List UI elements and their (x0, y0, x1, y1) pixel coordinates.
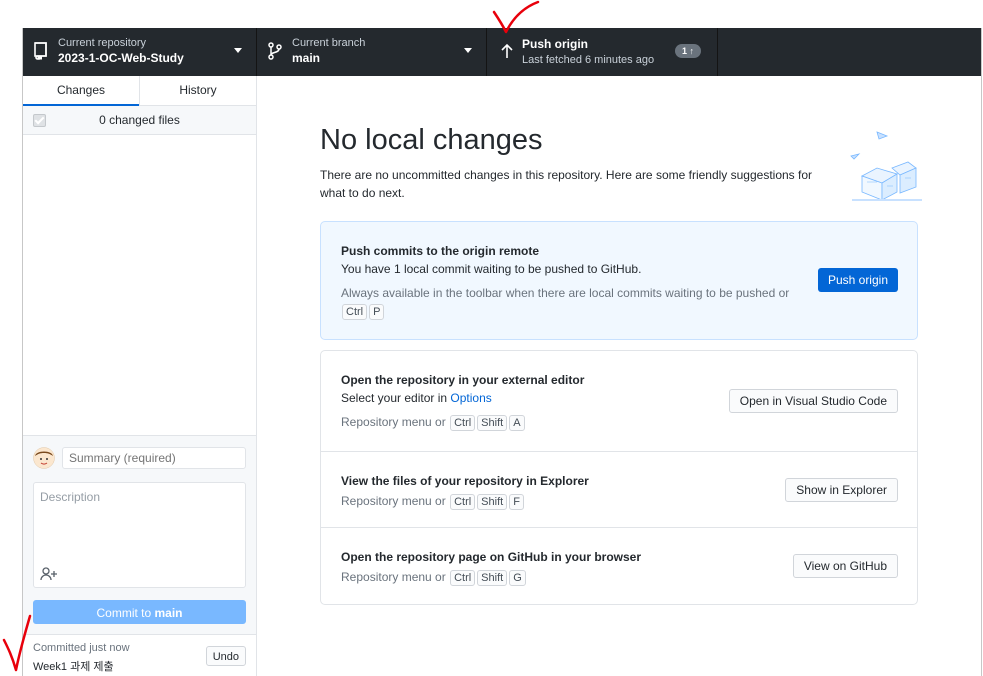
kbd-shift: Shift (477, 494, 508, 510)
view-on-github-button[interactable]: View on GitHub (792, 554, 898, 578)
add-coauthor-icon[interactable] (40, 567, 58, 581)
tab-history[interactable]: History (139, 76, 256, 105)
page-title: No local changes (320, 124, 543, 156)
open-editor-desc-prefix: Select your editor in (341, 391, 451, 405)
repo-icon (34, 42, 47, 60)
kbd-ctrl: Ctrl (450, 570, 476, 586)
show-in-explorer-button[interactable]: Show in Explorer (785, 478, 898, 502)
arrow-up-icon (501, 43, 513, 58)
open-editor-description: Select your editor in Options (341, 391, 492, 405)
push-suggestion-card: Push commits to the origin remote You ha… (320, 221, 918, 340)
push-card-hint: Always available in the toolbar when the… (341, 284, 811, 320)
kbd-f: F (509, 494, 524, 510)
summary-input[interactable] (62, 447, 246, 469)
action-open-editor: Open the repository in your external edi… (321, 351, 917, 451)
kbd-g: G (509, 570, 526, 586)
push-hint-text: Always available in the toolbar when the… (341, 286, 790, 300)
branch-selector[interactable]: Current branch main (257, 28, 487, 76)
push-origin-card-button[interactable]: Push origin (817, 268, 898, 292)
sidebar: Changes History 0 changed files Descript… (23, 76, 257, 676)
kbd-ctrl: Ctrl (342, 304, 368, 320)
sidebar-tabs: Changes History (23, 76, 256, 106)
commit-button[interactable]: Commit to main (33, 600, 246, 624)
committed-label: Committed just now (33, 642, 130, 654)
caret-down-icon (464, 48, 472, 53)
open-editor-hint: Repository menu or Ctrl Shift A (341, 413, 526, 431)
view-github-hint-text: Repository menu or (341, 570, 446, 584)
description-placeholder: Description (40, 490, 101, 504)
commit-button-branch: main (154, 606, 183, 620)
tab-changes[interactable]: Changes (23, 76, 139, 106)
changed-files-header: 0 changed files (23, 106, 256, 135)
checkmark-annotation-icon (492, 0, 540, 34)
undo-commit-panel: Committed just now Week1 과제 제출 Undo (23, 634, 256, 676)
avatar-icon (33, 447, 55, 469)
push-origin-label: Push origin (522, 37, 588, 51)
app-window: Current repository 2023-1-OC-Web-Study C… (22, 28, 982, 676)
last-fetched-text: Last fetched 6 minutes ago (522, 54, 655, 66)
commit-panel: Description Commit to main (23, 435, 256, 635)
checkmark-annotation-icon (2, 614, 32, 672)
empty-state-illustration (850, 131, 922, 201)
kbd-shift: Shift (477, 570, 508, 586)
action-show-explorer: View the files of your repository in Exp… (321, 451, 917, 528)
repository-name: 2023-1-OC-Web-Study (58, 51, 184, 65)
last-commit-message: Week1 과제 제출 (33, 661, 114, 673)
show-explorer-title: View the files of your repository in Exp… (341, 474, 589, 488)
repository-selector[interactable]: Current repository 2023-1-OC-Web-Study (23, 28, 257, 76)
show-explorer-hint-text: Repository menu or (341, 494, 446, 508)
branch-name: main (292, 51, 321, 65)
suggested-actions-card: Open the repository in your external edi… (320, 350, 918, 605)
ahead-count-badge: 1 ↑ (675, 44, 702, 58)
intro-text: There are no uncommitted changes in this… (320, 168, 813, 200)
kbd-a: A (509, 415, 525, 431)
action-view-github: Open the repository page on GitHub in yo… (321, 527, 917, 605)
options-link[interactable]: Options (450, 391, 491, 405)
kbd-ctrl: Ctrl (450, 494, 476, 510)
kbd-ctrl: Ctrl (450, 415, 476, 431)
open-in-vscode-button[interactable]: Open in Visual Studio Code (728, 389, 898, 413)
push-card-description: You have 1 local commit waiting to be pu… (341, 262, 642, 276)
open-editor-hint-text: Repository menu or (341, 415, 446, 429)
commit-button-prefix: Commit to (96, 606, 155, 620)
repository-label: Current repository (58, 37, 147, 49)
changed-files-count: 0 changed files (99, 113, 180, 127)
kbd-p: P (369, 304, 385, 320)
description-field[interactable]: Description (33, 482, 246, 588)
open-editor-title: Open the repository in your external edi… (341, 373, 585, 387)
branch-label: Current branch (292, 37, 366, 49)
view-github-title: Open the repository page on GitHub in yo… (341, 550, 642, 564)
push-card-title: Push commits to the origin remote (341, 244, 540, 258)
branch-icon (268, 42, 282, 60)
main-content: No local changes There are no uncommitte… (257, 76, 981, 676)
show-explorer-hint: Repository menu or Ctrl Shift F (341, 492, 525, 510)
caret-down-icon (234, 48, 242, 53)
undo-button[interactable]: Undo (205, 646, 246, 666)
kbd-shift: Shift (477, 415, 508, 431)
view-github-hint: Repository menu or Ctrl Shift G (341, 568, 527, 586)
